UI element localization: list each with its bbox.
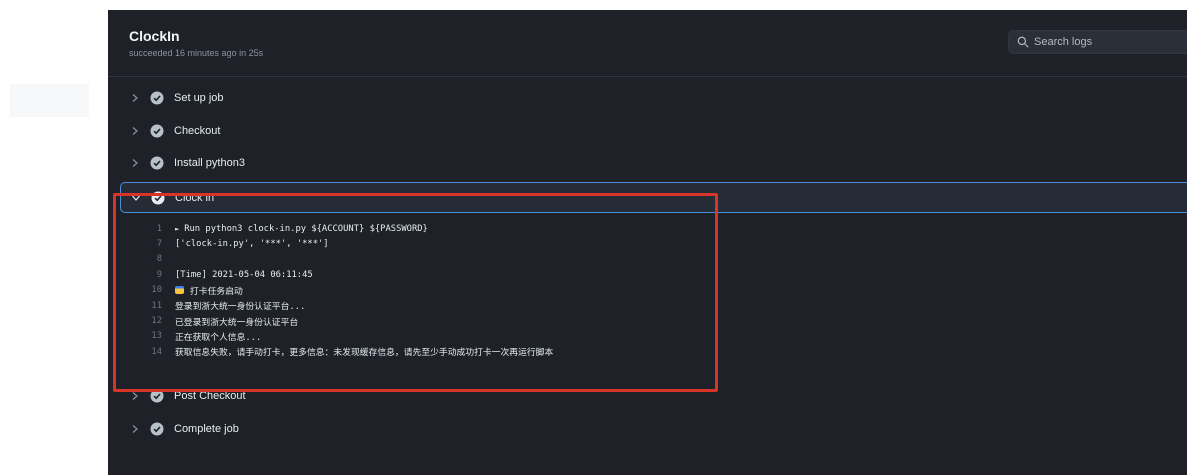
log-text: 登录到浙大统一身份认证平台... (175, 302, 306, 313)
line-number[interactable]: 1 (130, 224, 162, 234)
log-line: 9 [Time] 2021-05-04 06:11:45 (130, 267, 830, 282)
line-number[interactable]: 7 (130, 239, 162, 249)
log-text: 打卡任务启动 (190, 286, 243, 297)
log-text: [Time] 2021-05-04 06:11:45 (175, 269, 313, 280)
log-text: Run python3 clock-in.py ${ACCOUNT} ${PAS… (184, 223, 428, 234)
log-line: 7 ['clock-in.py', '***', '***'] (130, 236, 830, 251)
log-line: 1 ► Run python3 clock-in.py ${ACCOUNT} $… (130, 221, 830, 236)
log-text: 已登录到浙大统一身份认证平台 (175, 317, 299, 328)
line-number[interactable]: 9 (130, 270, 162, 280)
chevron-right-icon (132, 159, 138, 167)
check-circle-icon (150, 124, 164, 138)
step-complete-job[interactable]: Complete job (108, 413, 1187, 446)
workflow-job-panel: ClockIn succeeded 16 minutes ago in 25s … (108, 10, 1187, 475)
log-line: 13 正在获取个人信息... (130, 329, 830, 344)
expand-group-icon[interactable]: ► (175, 225, 179, 233)
job-title: ClockIn (129, 28, 180, 44)
left-placeholder (10, 84, 89, 117)
line-number[interactable]: 14 (130, 347, 162, 357)
step-set-up-job[interactable]: Set up job (108, 82, 1187, 115)
step-label: Clock in (175, 192, 215, 204)
log-line: 8 (130, 252, 830, 267)
line-number[interactable]: 13 (130, 331, 162, 341)
search-logs-input[interactable] (1034, 36, 1174, 48)
chevron-right-icon (132, 94, 138, 102)
search-icon (1017, 36, 1029, 48)
step-label: Set up job (174, 92, 224, 104)
log-line: 12 已登录到浙大统一身份认证平台 (130, 313, 830, 328)
search-logs-box[interactable] (1008, 30, 1187, 54)
step-log-output: 1 ► Run python3 clock-in.py ${ACCOUNT} $… (130, 221, 830, 360)
log-line: 10 打卡任务启动 (130, 283, 830, 298)
log-text: 获取信息失败，请手动打卡，更多信息：未发现缓存信息，请先至少手动成功打卡一次再运… (175, 348, 554, 359)
step-label: Complete job (174, 423, 239, 435)
line-number[interactable]: 11 (130, 301, 162, 311)
log-line: 11 登录到浙大统一身份认证平台... (130, 298, 830, 313)
check-circle-icon (150, 422, 164, 436)
step-label: Install python3 (174, 157, 245, 169)
chevron-right-icon (132, 127, 138, 135)
log-text: 正在获取个人信息... (175, 332, 262, 343)
log-line: 14 获取信息失败，请手动打卡，更多信息：未发现缓存信息，请先至少手动成功打卡一… (130, 344, 830, 359)
step-post-checkout[interactable]: Post Checkout (108, 380, 1187, 413)
check-circle-icon (150, 91, 164, 105)
chevron-right-icon (132, 392, 138, 400)
calendar-emoji-icon (175, 286, 184, 295)
check-circle-icon (150, 156, 164, 170)
line-number[interactable]: 8 (130, 254, 162, 264)
chevron-down-icon (132, 195, 140, 201)
step-label: Checkout (174, 125, 221, 137)
chevron-right-icon (132, 425, 138, 433)
step-clock-in[interactable]: Clock in (120, 182, 1187, 213)
job-header: ClockIn succeeded 16 minutes ago in 25s (108, 10, 1187, 77)
line-number[interactable]: 10 (130, 285, 162, 295)
check-circle-icon (151, 191, 165, 205)
line-number[interactable]: 12 (130, 316, 162, 326)
step-label: Post Checkout (174, 390, 246, 402)
check-circle-icon (150, 389, 164, 403)
step-checkout[interactable]: Checkout (108, 115, 1187, 148)
step-install-python3[interactable]: Install python3 (108, 147, 1187, 180)
job-status: succeeded 16 minutes ago in 25s (129, 48, 264, 58)
log-text: ['clock-in.py', '***', '***'] (175, 239, 329, 250)
